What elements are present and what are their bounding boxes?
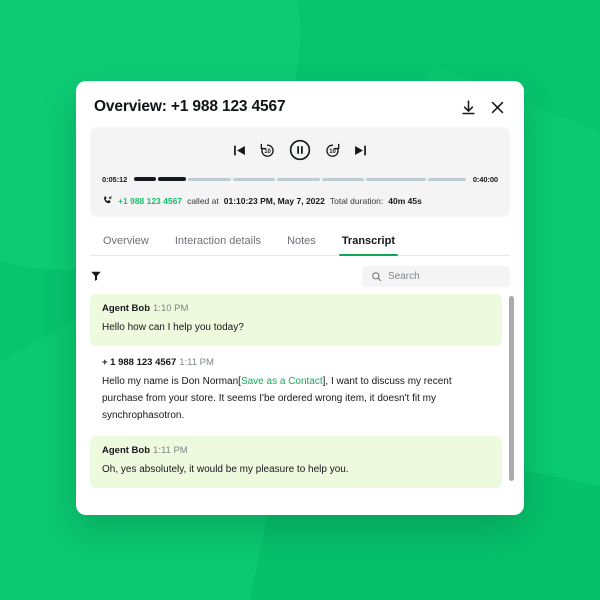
call-info-called-at-label: called at [187,195,219,206]
player-controls: 10 10 [102,138,498,162]
message-author: Agent Bob [102,303,151,314]
tab-bar: Overview Interaction details Notes Trans… [90,231,510,256]
message-header: Agent Bob 1:11 PM [102,445,490,456]
page-title: Overview: +1 988 123 4567 [94,98,286,115]
save-as-contact-link[interactable]: Save as a Contact [241,376,323,387]
message-text: Hello my name is Don Norman[ [102,376,241,387]
progress-track[interactable] [134,174,466,184]
tab-interaction-details[interactable]: Interaction details [162,231,274,255]
header-actions [460,99,506,116]
progress-segment-empty [321,177,365,181]
progress-segment-filled [134,177,157,181]
message-text: Oh, yes absolutely, it would be my pleas… [102,464,349,475]
svg-text:10: 10 [264,149,271,155]
incoming-call-icon [103,196,112,204]
close-icon[interactable] [489,99,506,116]
transcript-toolbar [90,265,510,287]
current-time-label: 0:05:12 [102,174,128,184]
progress-segment-empty [427,177,466,181]
call-info-duration-value: 40m 45s [388,195,422,206]
call-info-duration-label: Total duration: [329,195,384,206]
call-info-phone: +1 988 123 4567 [118,195,183,206]
tab-overview[interactable]: Overview [90,231,162,255]
message-body: Oh, yes absolutely, it would be my pleas… [102,461,490,478]
forward-10-button[interactable]: 10 [324,142,341,159]
message-header: + 1 988 123 4567 1:11 PM [102,357,490,368]
message-body: Hello how can I help you today? [102,319,490,336]
message-time: 1:11 PM [179,357,214,368]
message-text: Hello how can I help you today? [102,322,244,333]
message-header: Agent Bob 1:10 PM [102,303,490,314]
progress-segment-empty [232,177,276,181]
transcript-list[interactable]: Agent Bob 1:10 PM Hello how can I help yo… [90,294,516,515]
progress-segment-empty [277,177,320,181]
scrollbar[interactable] [509,296,514,505]
call-info-row: +1 988 123 4567 called at 01:10:23 PM, M… [102,195,498,206]
list-item: + 1 988 123 4567 1:11 PM Hello my name is… [90,348,502,434]
progress-segment-empty [188,177,231,181]
search-box[interactable] [362,265,510,287]
call-overview-modal: Overview: +1 988 123 4567 10 10 0:05:12 … [76,81,524,515]
skip-to-end-button[interactable] [354,144,367,157]
list-item: Agent Bob 1:11 PM Oh, yes absolutely, it … [90,436,502,488]
message-author: Agent Bob [102,445,151,456]
progress-segment-filled [158,177,187,181]
message-author: + 1 988 123 4567 [102,357,177,368]
tab-transcript[interactable]: Transcript [329,231,408,256]
rewind-10-button[interactable]: 10 [259,142,276,159]
pause-button[interactable] [289,139,311,161]
message-body: Hello my name is Don Norman[Save as a Co… [102,373,490,424]
list-item: Agent Bob 1:10 PM Hello how can I help yo… [90,294,502,346]
call-info-timestamp: 01:10:23 PM, May 7, 2022 [223,195,325,206]
progress-bar[interactable]: 0:05:12 0:40:00 [102,174,498,184]
audio-player: 10 10 0:05:12 0:40:00 +1 988 123 4567 ca… [90,127,510,217]
progress-segment-empty [366,177,426,181]
filter-icon[interactable] [90,270,102,282]
scrollbar-thumb[interactable] [509,296,514,481]
tab-notes[interactable]: Notes [274,231,329,255]
svg-text:10: 10 [329,149,336,155]
total-time-label: 0:40:00 [472,174,498,184]
message-time: 1:11 PM [153,445,188,456]
message-time: 1:10 PM [153,303,189,314]
download-icon[interactable] [460,99,477,116]
modal-header: Overview: +1 988 123 4567 [76,81,524,124]
skip-to-start-button[interactable] [233,144,246,157]
search-icon [372,271,382,281]
search-input[interactable] [388,270,501,282]
